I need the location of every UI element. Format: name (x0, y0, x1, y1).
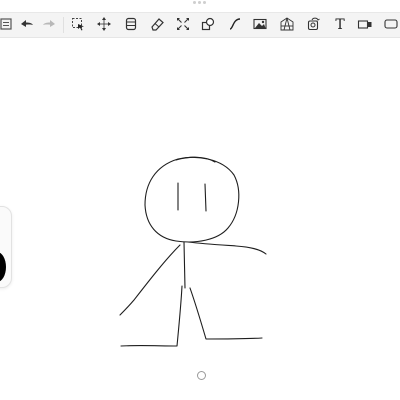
fill-tool-button[interactable] (354, 13, 376, 37)
move-icon (97, 16, 111, 35)
curve-icon (228, 16, 242, 35)
shapes-tool-button[interactable] (197, 13, 219, 37)
toolbar-divider (63, 17, 64, 33)
undo-icon (20, 16, 34, 35)
shapes-icon (201, 16, 215, 35)
transform-tool-button[interactable] (172, 13, 194, 37)
sketch-left-arm-leg (119, 244, 181, 316)
symmetry-tool-button[interactable] (303, 13, 325, 37)
text-icon: T (335, 17, 345, 33)
image-icon (253, 16, 267, 35)
sketch-right-leg (189, 287, 263, 340)
text-tool-button[interactable]: T (329, 13, 351, 37)
fullscreen-button[interactable] (380, 13, 400, 37)
select-icon (71, 16, 85, 35)
layers-button[interactable] (120, 13, 142, 37)
transform-icon (176, 16, 190, 35)
sketch-body (183, 241, 186, 289)
eraser-tool-button[interactable] (146, 13, 168, 37)
sketch-head (144, 156, 240, 243)
redo-button[interactable] (38, 13, 60, 37)
sketch-left-leg (120, 285, 183, 347)
redo-icon (42, 16, 56, 35)
curve-tool-button[interactable] (224, 13, 246, 37)
symmetry-icon (307, 16, 321, 35)
toolbar-drag-handle[interactable] (193, 1, 207, 5)
fullscreen-icon (384, 16, 398, 35)
drawing-canvas[interactable] (0, 37, 400, 400)
move-tool-button[interactable] (93, 13, 115, 37)
perspective-grid-icon (280, 16, 294, 35)
menu-button[interactable] (0, 13, 17, 37)
undo-button[interactable] (16, 13, 38, 37)
layers-icon (124, 16, 138, 35)
perspective-guide-button[interactable] (276, 13, 298, 37)
image-tool-button[interactable] (249, 13, 271, 37)
page-indicator[interactable] (197, 371, 206, 380)
eraser-icon (150, 16, 164, 35)
fill-icon (357, 16, 372, 35)
main-toolbar: T (0, 12, 400, 38)
sketch-right-eye (204, 183, 207, 212)
select-tool-button[interactable] (67, 13, 89, 37)
sketch-arm (187, 241, 267, 255)
menu-icon (0, 16, 13, 35)
